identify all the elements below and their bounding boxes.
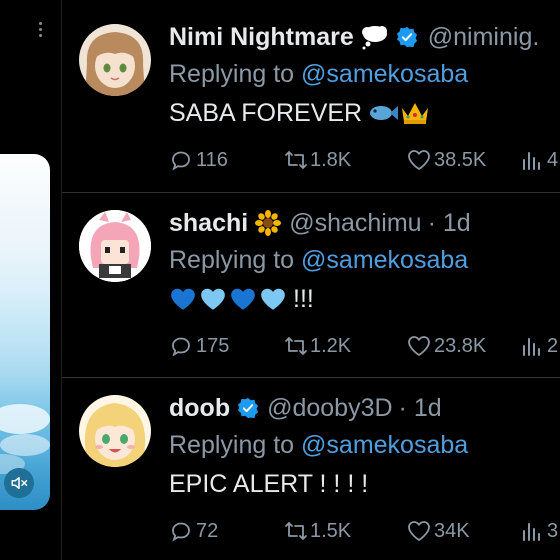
fish-icon (370, 106, 399, 120)
mute-button[interactable] (4, 468, 34, 498)
replying-to-label: Replying to (169, 60, 295, 88)
views-chart-icon (523, 523, 540, 541)
view-count: 3 (547, 520, 559, 542)
mention-link[interactable]: @samekosaba (301, 60, 468, 88)
replying-to: Replying to @samekosaba (169, 245, 468, 275)
tweet-header: shachi @shachimu · 1d (169, 208, 471, 238)
blue-heart-icon (171, 288, 195, 310)
like-button[interactable]: 34K (406, 516, 470, 546)
retweet-icon (285, 337, 307, 355)
tweet[interactable]: Nimi Nightmare @niminig. Replying to @sa… (62, 22, 560, 192)
retweet-button[interactable]: 1.2K (283, 331, 351, 361)
display-name[interactable]: doob (169, 393, 230, 423)
crown-icon (402, 103, 429, 124)
tweet[interactable]: shachi @shachimu · 1d Replying to @samek… (62, 208, 560, 378)
reply-icon (172, 151, 190, 171)
heart-icon (408, 150, 430, 170)
reply-button[interactable]: 116 (169, 145, 228, 175)
tweet-actions: 72 1.5K 34K 3 (169, 516, 560, 546)
views-button[interactable]: 3 (521, 516, 558, 546)
mention-link[interactable]: @samekosaba (301, 431, 468, 459)
replying-to-label: Replying to (169, 246, 295, 274)
verified-badge-icon (238, 397, 259, 419)
avatar[interactable] (79, 24, 151, 96)
views-chart-icon (523, 152, 540, 170)
handle[interactable]: @shachimu (289, 208, 421, 238)
tweet[interactable]: doob @dooby3D · 1d Replying to @samekosa… (62, 393, 560, 560)
tweet-text-content: EPIC ALERT ! ! ! ! (169, 470, 369, 498)
tweet-actions: 116 1.8K 38.5K 4 (169, 145, 560, 175)
tweet-text-content: SABA FOREVER (169, 99, 363, 127)
display-name[interactable]: shachi (169, 208, 248, 238)
retweet-button[interactable]: 1.8K (283, 145, 351, 175)
heart-icon (408, 336, 430, 356)
tweet-text-content: !!! (293, 285, 314, 313)
reply-button[interactable]: 175 (169, 331, 229, 361)
verified-badge-icon (396, 26, 417, 48)
timestamp[interactable]: · 1d (399, 393, 442, 423)
replying-to-label: Replying to (169, 431, 295, 459)
like-count: 38.5K (434, 149, 487, 171)
reply-button[interactable]: 72 (169, 516, 218, 546)
views-button[interactable]: 4 (521, 145, 558, 175)
retweet-icon (285, 522, 307, 540)
avatar[interactable] (79, 395, 151, 467)
views-button[interactable]: 2 (521, 331, 558, 361)
view-count: 2 (547, 335, 559, 357)
timestamp[interactable]: · 1d (428, 208, 471, 238)
thought-balloon-icon (361, 26, 387, 50)
light-blue-heart-icon (201, 288, 225, 310)
replying-to: Replying to @samekosaba (169, 59, 468, 89)
handle[interactable]: @dooby3D (267, 393, 392, 423)
avatar[interactable] (79, 210, 151, 282)
like-count: 34K (434, 520, 470, 542)
retweet-count: 1.8K (310, 149, 352, 171)
like-count: 23.8K (434, 335, 487, 357)
video-player[interactable] (0, 154, 50, 510)
reply-icon (172, 337, 190, 357)
tweet-actions: 175 1.2K 23.8K 2 (169, 331, 560, 361)
tweet-text: SABA FOREVER (169, 98, 430, 128)
retweet-button[interactable]: 1.5K (283, 516, 351, 546)
views-chart-icon (523, 338, 540, 356)
like-button[interactable]: 38.5K (406, 145, 486, 175)
tweet-text: !!! (169, 284, 314, 314)
reply-count: 116 (196, 149, 228, 171)
more-options-icon[interactable] (33, 18, 47, 40)
mention-link[interactable]: @samekosaba (301, 246, 468, 274)
view-count: 4 (547, 149, 559, 171)
retweet-count: 1.5K (310, 520, 352, 542)
blue-heart-icon (231, 288, 255, 310)
speaker-muted-icon (11, 477, 28, 489)
retweet-count: 1.2K (310, 335, 352, 357)
tweet-divider (62, 192, 560, 193)
heart-icon (408, 521, 430, 541)
like-button[interactable]: 23.8K (406, 331, 486, 361)
tweet-text: EPIC ALERT ! ! ! ! (169, 469, 368, 499)
display-name[interactable]: Nimi Nightmare (169, 22, 354, 52)
reply-count: 175 (196, 335, 230, 357)
light-blue-heart-icon (261, 288, 285, 310)
sunflower-icon (255, 210, 282, 236)
tweet-header: Nimi Nightmare @niminig. (169, 22, 539, 52)
reply-icon (172, 522, 190, 542)
reply-count: 72 (196, 520, 219, 542)
tweet-divider (62, 377, 560, 378)
retweet-icon (285, 151, 307, 169)
tweet-header: doob @dooby3D · 1d (169, 393, 442, 423)
handle[interactable]: @niminig. (428, 22, 540, 52)
replying-to: Replying to @samekosaba (169, 430, 468, 460)
